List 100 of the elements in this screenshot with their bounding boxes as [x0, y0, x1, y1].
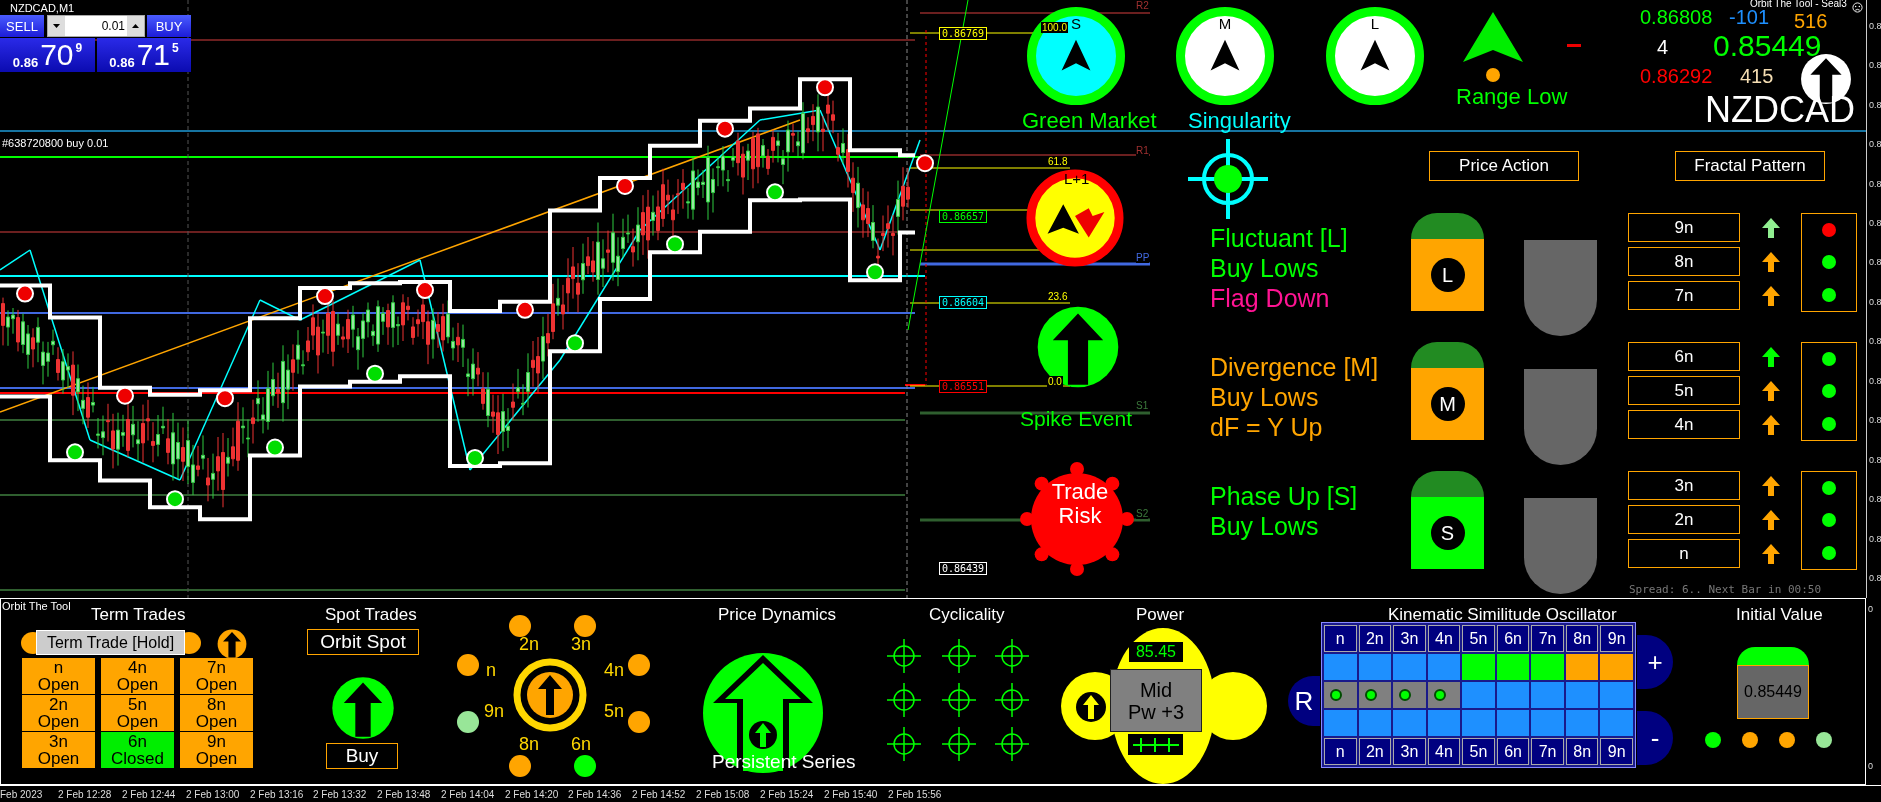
spike-event-label: Spike Event	[1020, 407, 1133, 431]
crosshair-icon	[942, 727, 976, 761]
slot-label: 8n	[207, 696, 226, 713]
decrease-button[interactable]: -	[1637, 711, 1673, 765]
price-axis-label: 0.8	[1868, 139, 1881, 150]
low-price: 0.86292	[1640, 66, 1713, 86]
ask-price-prefix: 0.86	[109, 55, 135, 70]
oscillator-column-label: 2n	[1358, 738, 1392, 765]
tick-count: 516	[1794, 11, 1828, 31]
caret-up-icon	[132, 24, 139, 28]
price-tag: 0.86769	[939, 27, 988, 40]
slot-label: 5n	[128, 696, 147, 713]
signal-caption: Singularity	[1188, 108, 1291, 134]
fractal-button[interactable]: 5n	[1628, 376, 1740, 405]
warning-signal-icon	[1026, 169, 1124, 267]
signal-letter: L	[1369, 15, 1381, 32]
orbit-label: 8n	[519, 734, 540, 755]
oscillator-column-label: 7n	[1531, 738, 1564, 765]
price-axis-label: 0.8	[1868, 494, 1881, 505]
power-status-text: Mid	[1139, 678, 1173, 701]
increase-button[interactable]: +	[1637, 635, 1673, 689]
orbit-spot-button[interactable]: Orbit Spot	[307, 629, 419, 655]
trade-risk-label: Trade Risk	[1050, 480, 1110, 528]
price-axis-label: 0.8	[1868, 257, 1881, 268]
slot-status: Open	[116, 713, 159, 730]
crosshair-icon	[887, 639, 921, 673]
oscillator-column-label: 8n	[1565, 738, 1599, 765]
oscillator-column-label: 8n	[1565, 625, 1599, 652]
initial-value-box: 0.85449	[1737, 665, 1809, 719]
buy-action-button[interactable]: Buy	[326, 743, 398, 769]
badge-letter: M	[1430, 387, 1465, 421]
slot-label: n	[53, 659, 64, 676]
time-axis-label: 2 Feb 14:36	[568, 788, 623, 800]
oscillator-column-label: 6n	[1496, 738, 1530, 765]
fractal-button[interactable]: 3n	[1628, 471, 1740, 500]
signal-level-label: L+1	[1064, 170, 1090, 187]
price-delta: -101	[1729, 7, 1770, 27]
pivot-label: S2	[1136, 508, 1149, 519]
section-title: Initial Value	[1736, 605, 1823, 625]
slot-label: 7n	[207, 659, 226, 676]
section-title: Power	[1136, 605, 1185, 625]
reset-button[interactable]: R	[1288, 676, 1320, 726]
spread-status-text: Spread: 6.. Next Bar in 00:50	[1629, 583, 1822, 596]
slot-status: Open	[116, 676, 159, 693]
price-action-button[interactable]: Price Action	[1429, 151, 1579, 181]
bid-price-fraction: 9	[75, 41, 83, 55]
term-trade-hold-button[interactable]: Term Trade [Hold]	[36, 630, 185, 655]
fractal-button[interactable]: 8n	[1628, 247, 1740, 276]
signal-status-text: dF = Y Up	[1210, 412, 1324, 442]
dash-icon	[1567, 44, 1581, 47]
crosshair-icon	[995, 727, 1029, 761]
fibonacci-level-label: 100.0	[1041, 22, 1069, 33]
time-axis-label: 2 Feb 14:04	[441, 788, 496, 800]
tool-title: Orbit The Tool - Seal3	[1750, 0, 1847, 9]
slot-label: 9n	[207, 733, 226, 750]
increase-lot-button[interactable]	[127, 16, 144, 36]
orbit-ring-icon	[512, 657, 588, 733]
crosshair-icon	[887, 683, 921, 717]
price-tag: 0.86604	[939, 296, 988, 309]
fractal-button[interactable]: 7n	[1628, 281, 1740, 310]
fractal-button[interactable]: 4n	[1628, 410, 1740, 439]
fractal-button[interactable]: 2n	[1628, 505, 1740, 534]
oscillator-dot	[1330, 689, 1342, 701]
price-axis-label: 0.8	[1868, 415, 1881, 426]
decrease-lot-button[interactable]	[48, 16, 65, 36]
lot-size-field[interactable]: 0.01	[47, 15, 145, 37]
fractal-button[interactable]: n	[1628, 539, 1740, 568]
oscillator-column-label: 5n	[1462, 625, 1495, 652]
slot-status: Open	[195, 713, 238, 730]
power-status-text: Pw +3	[1127, 700, 1185, 723]
section-title: Term Trades	[91, 605, 186, 625]
oscillator-column-label: 2n	[1358, 625, 1392, 652]
time-axis-label: 2 Feb 13:00	[186, 788, 241, 800]
fractal-pattern-button[interactable]: Fractal Pattern	[1675, 151, 1825, 181]
section-title: Kinematic Similitude Oscillator	[1388, 605, 1617, 625]
oscillator-dot	[1364, 689, 1377, 701]
crosshair-target-icon	[1188, 139, 1268, 219]
fractal-button[interactable]: 6n	[1628, 342, 1740, 371]
pivot-label: PP	[1136, 252, 1150, 263]
oscillator-column-label: 3n	[1393, 625, 1426, 652]
buy-button[interactable]: BUY	[147, 15, 191, 37]
oscillator-column-label: 5n	[1462, 738, 1495, 765]
symbol-label: NZDCAD	[1705, 92, 1855, 128]
time-axis-label: 2 Feb 15:08	[696, 788, 751, 800]
fibonacci-level-label: 61.8	[1047, 156, 1069, 167]
oscillator-column-label: 9n	[1600, 738, 1633, 765]
price-tag: 0.86439	[939, 562, 988, 575]
fractal-button[interactable]: 9n	[1628, 213, 1740, 242]
current-price: 0.85449	[1713, 31, 1822, 61]
badge-letter: L	[1430, 258, 1465, 292]
orbit-label: 3n	[571, 634, 592, 655]
sell-button[interactable]: SELL	[0, 15, 44, 37]
section-title: Spot Trades	[325, 605, 417, 625]
time-axis-label: Feb 2023	[0, 788, 44, 800]
signal-status-text: Fluctuant [L]	[1210, 223, 1348, 253]
triangle-icon	[1463, 12, 1523, 62]
pivot-label: S1	[1136, 400, 1149, 411]
panel-title: Orbit The Tool	[2, 600, 71, 612]
oscillator-column-label: 4n	[1427, 738, 1461, 765]
oscillator-column-label: n	[1324, 625, 1357, 652]
